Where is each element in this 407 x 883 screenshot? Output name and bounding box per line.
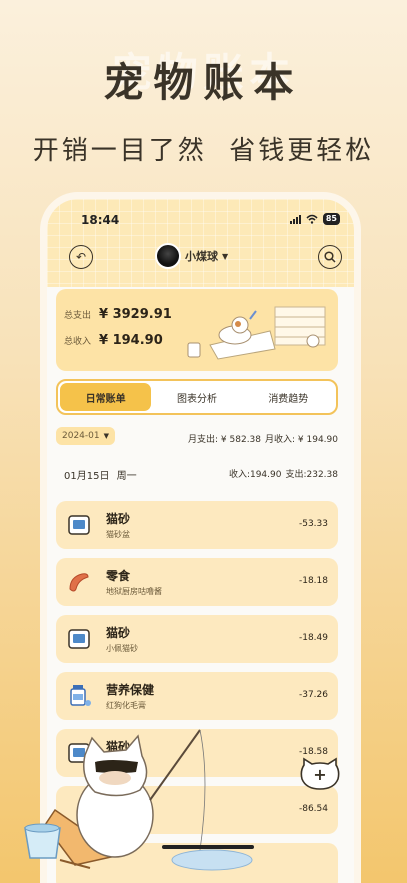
bill-amount: -18.18 [298,576,328,586]
back-arrow-icon: ↶ [75,250,87,264]
day-header: 01月15日 周一 收入:194.90 支出:232.38 [64,467,338,482]
month-row: 2024-01 ▼ 月支出: ¥ 582.38 月收入: ¥ 194.90 [56,427,338,449]
add-bill-button[interactable]: + [300,757,340,791]
total-expense: 总支出 ¥ 3929.91 [64,307,172,322]
view-tabs: 日常账单 图表分析 消费趋势 [56,379,338,415]
total-expense-value: ¥ 3929.91 [99,307,172,322]
wifi-icon [306,214,318,224]
bill-category: 猫砂 [106,626,131,640]
pet-avatar [155,243,181,269]
day-expense: 支出:232.38 [285,470,338,480]
pet-name: 小煤球 [185,250,218,263]
bill-item[interactable]: 猫砂 小佩猫砂 -18.49 [56,615,338,663]
sausage-icon [69,573,89,592]
day-income: 收入:194.90 [228,470,282,480]
signal-icon [289,214,301,224]
summary-card: 总支出 ¥ 3929.91 总收入 ¥ 194.90 [56,289,338,371]
back-button[interactable]: ↶ [69,245,93,269]
bill-category: 猫砂 [106,512,131,526]
total-expense-label: 总支出 [64,311,92,321]
cat-writing-illustration [187,306,326,360]
hero-title: 宠物账本 [103,60,304,106]
day-date: 01月15日 [64,471,110,482]
fishing-cat-illustration [24,729,253,871]
bill-category: 营养保健 [106,683,155,697]
total-income-value: ¥ 194.90 [99,333,163,348]
status-bar: 18:44 85 [73,213,340,231]
home-indicator [162,845,254,849]
bill-category: 零食 [106,569,131,583]
day-weekday: 周一 [116,471,137,482]
tab-daily-bills[interactable]: 日常账单 [60,383,152,411]
month-expense: 月支出: ¥ 582.38 [188,435,262,445]
bill-note: 地狱厨房咕噜酱 [106,587,162,596]
hero-subtitle: 开销一目了然 省钱更轻松 [32,136,375,166]
month-value: 2024-01 [62,431,100,441]
month-selector[interactable]: 2024-01 ▼ [56,427,115,445]
bill-note: 小佩猫砂 [106,644,138,653]
search-button[interactable] [318,245,342,269]
bill-amount: -53.33 [298,519,328,529]
tab-chart-analysis[interactable]: 图表分析 [151,383,242,411]
litter-box-icon [68,515,90,535]
caret-down-icon: ▼ [103,432,109,440]
bill-amount: -18.58 [298,747,328,757]
bill-item[interactable]: 零食 地狱厨房咕噜酱 -18.18 [56,558,338,606]
bill-note: 猫砂盆 [106,530,130,539]
bill-item[interactable]: 猫砂 猫砂盆 -53.33 [56,501,338,549]
search-icon [324,251,336,263]
month-income: 月收入: ¥ 194.90 [265,435,338,445]
total-income-label: 总收入 [64,337,92,347]
bill-amount: -86.54 [298,804,328,814]
bill-amount: -18.49 [298,633,328,643]
caret-down-icon: ▼ [222,251,229,261]
add-label: + [313,765,327,784]
status-time: 18:44 [81,213,120,227]
battery-icon: 85 [322,213,340,225]
litter-box-icon [68,629,90,649]
total-income: 总收入 ¥ 194.90 [64,333,163,348]
tab-spending-trend[interactable]: 消费趋势 [243,383,334,411]
pet-selector[interactable]: 小煤球 ▼ [155,243,228,269]
bill-amount: -37.26 [298,690,328,700]
